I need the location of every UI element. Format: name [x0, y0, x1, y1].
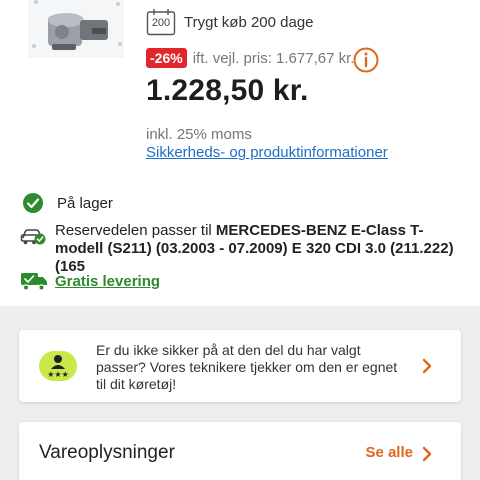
discount-row: -26% ift. vejl. pris: 1.677,67 kr.	[146, 48, 354, 68]
return-days-badge: 200	[151, 17, 171, 29]
fitment-text: Reservedelen passer til MERCEDES-BENZ E-…	[55, 222, 455, 276]
calendar-icon: 200	[146, 8, 176, 36]
product-image[interactable]	[22, 0, 132, 66]
car-check-icon	[20, 229, 46, 245]
see-all-link[interactable]: Se alle	[365, 444, 413, 461]
return-policy: 200 Trygt køb 200 dage	[146, 8, 314, 36]
fitment-prefix: Reservedelen passer til	[55, 222, 216, 239]
product-details-title: Vareoplysninger	[39, 442, 175, 463]
chevron-right-icon[interactable]	[421, 446, 433, 462]
free-shipping-link[interactable]: Gratis levering	[55, 273, 160, 290]
product-summary: 200 Trygt køb 200 dage -26% ift. vejl. p…	[0, 0, 480, 306]
recommended-price: ift. vejl. pris: 1.677,67 kr.	[192, 49, 355, 67]
shipping-info: Gratis levering	[20, 270, 160, 292]
truck-icon	[21, 273, 47, 291]
return-policy-text: Trygt køb 200 dage	[184, 13, 314, 31]
stock-label: På lager	[57, 194, 113, 212]
fitment-help-card[interactable]: ★★★ Er du ikke sikker på at den del du h…	[19, 330, 461, 402]
info-icon[interactable]	[352, 46, 380, 74]
check-icon	[23, 193, 43, 213]
technician-icon: ★★★	[39, 351, 77, 381]
discount-badge: -26%	[146, 48, 187, 68]
safety-info-link[interactable]: Sikkerheds- og produktinformationer	[146, 144, 388, 161]
product-details-card: Vareoplysninger Se alle	[19, 422, 461, 480]
svg-text:★★★: ★★★	[47, 370, 69, 379]
fitment-help-text: Er du ikke sikker på at den del du har v…	[96, 342, 398, 392]
vat-note: inkl. 25% moms	[146, 126, 252, 143]
chevron-right-icon	[422, 358, 432, 374]
product-price: 1.228,50 kr.	[146, 74, 309, 107]
fitment-info: Reservedelen passer til MERCEDES-BENZ E-…	[20, 222, 455, 276]
stock-status: På lager	[22, 192, 113, 214]
